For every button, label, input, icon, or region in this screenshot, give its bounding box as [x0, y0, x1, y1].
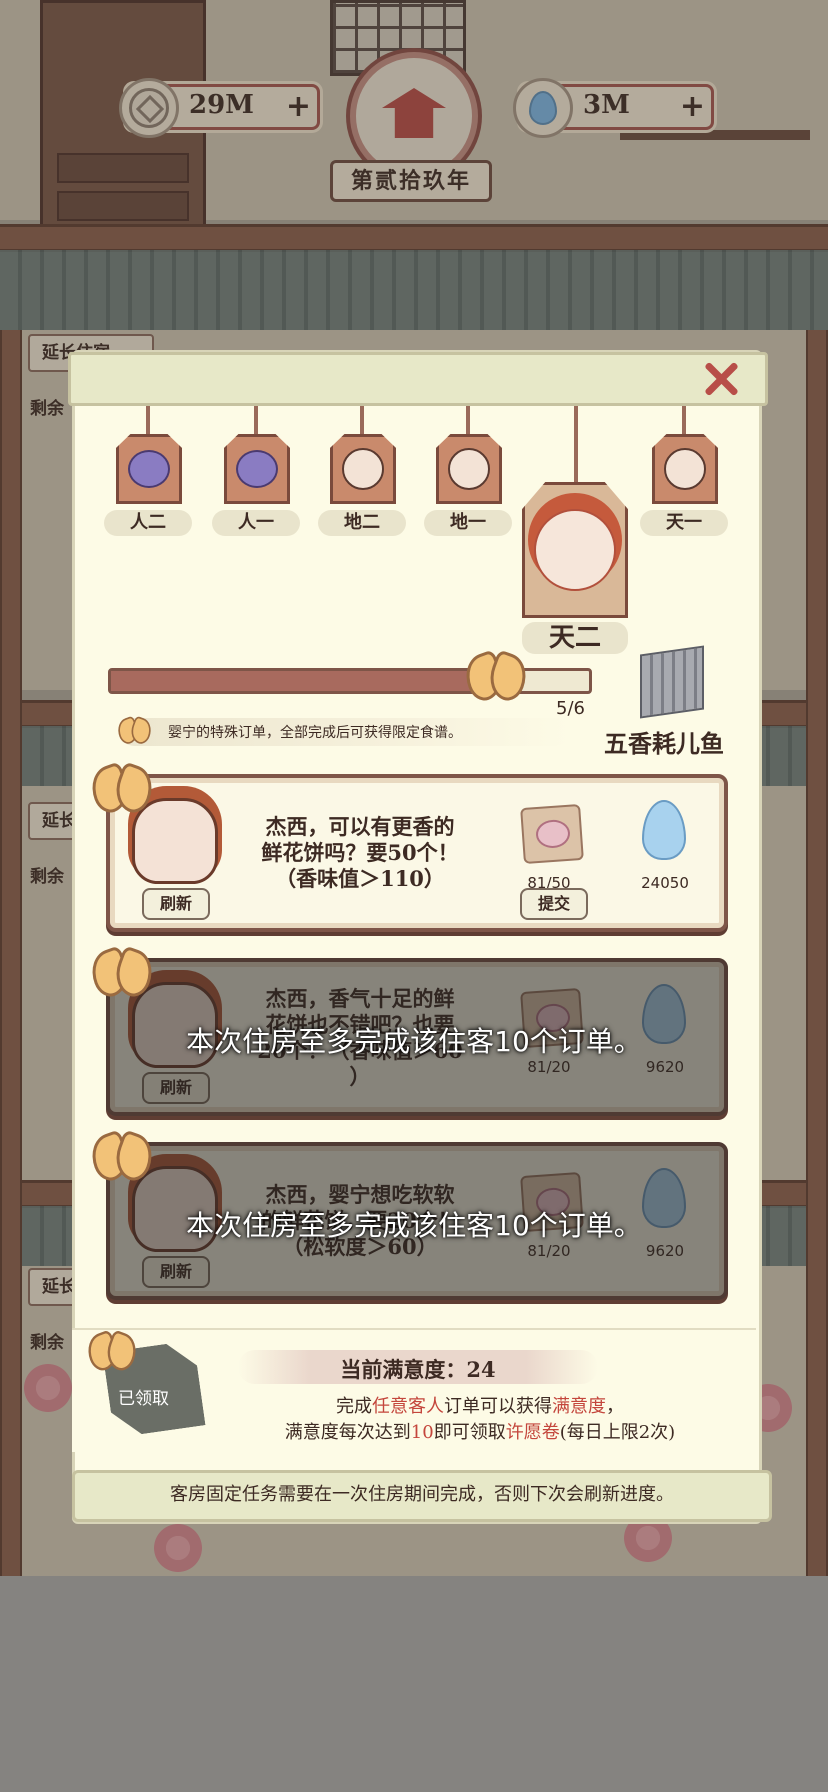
footer-note: 客房固定任务需要在一次住房期间完成，否则下次会刷新进度。	[170, 1484, 674, 1505]
close-icon[interactable]	[700, 358, 742, 400]
recipe-name: 五香耗儿鱼	[604, 729, 724, 758]
satisfaction-description: 完成任意客人订单可以获得满意度， 满意度每次达到10即可领取许愿卷(每日上限2次…	[230, 1394, 730, 1446]
order-limit-message: 本次住房至多完成该住客10个订单。	[186, 1209, 642, 1242]
desc-text: 即可领取	[433, 1422, 506, 1443]
refresh-button[interactable]: 刷新	[142, 888, 210, 920]
desc-text: 满意度每次达到	[284, 1422, 411, 1443]
butterfly-icon	[82, 1329, 142, 1374]
request-line: ）	[349, 1064, 371, 1089]
desc-highlight: 许愿卷	[505, 1422, 560, 1443]
fruit-icon	[128, 450, 170, 488]
inn-background: 延长住宿 剩余 延长 剩余 延长 剩余 29M + 3M + 第贰拾玖年 人二 …	[0, 0, 828, 1576]
guest-face-icon	[534, 509, 616, 591]
tier-label: 地二	[318, 510, 406, 536]
panel-top-scroll-rod	[68, 352, 768, 406]
desc-text: (每日上限2次)	[559, 1422, 676, 1443]
tier-label: 天二	[522, 622, 628, 654]
desc-text: ，	[606, 1396, 624, 1417]
butterfly-icon	[85, 945, 159, 1001]
butterfly-icon	[114, 715, 155, 747]
item-count: 81/20	[527, 1058, 571, 1076]
request-line: 杰西，可以有更香的	[265, 814, 455, 839]
reward-value: 9620	[645, 1242, 685, 1260]
progress-text: 5/6	[556, 698, 585, 719]
guest-face-icon	[342, 448, 384, 490]
tier-label: 地一	[424, 510, 512, 536]
desc-highlight: 任意客人	[372, 1396, 444, 1417]
order-card: 刷新 杰西，可以有更香的 鲜花饼吗？要50个！ （香味值＞110） 81/50 …	[106, 774, 728, 932]
reward-value: 24050	[641, 874, 689, 892]
butterfly-icon	[459, 649, 533, 705]
butterfly-icon	[85, 1129, 159, 1185]
water-drop-reward-icon	[642, 800, 686, 860]
butterfly-icon	[85, 761, 159, 817]
flower-cake-icon	[520, 803, 584, 865]
special-order-note: 婴宁的特殊订单，全部完成后可获得限定食谱。	[168, 725, 462, 741]
tier-label: 人一	[212, 510, 300, 536]
desc-highlight: 10	[410, 1422, 434, 1443]
request-line: （香味值＞110）	[275, 866, 445, 891]
progress-fill	[111, 671, 510, 691]
reward-value: 9620	[645, 1058, 685, 1076]
guest-face-icon	[664, 448, 706, 490]
claimed-label: 已领取	[118, 1389, 169, 1409]
desc-text: 订单可以获得	[444, 1396, 552, 1417]
guest-face-icon	[448, 448, 490, 490]
request-line: 鲜花饼吗？要50个！	[261, 840, 459, 865]
desc-text: 完成	[336, 1396, 372, 1417]
refresh-button[interactable]: 刷新	[142, 1256, 210, 1288]
order-limit-message: 本次住房至多完成该住客10个订单。	[186, 1025, 642, 1058]
submit-button[interactable]: 提交	[520, 888, 588, 920]
tier-label: 天一	[640, 510, 728, 536]
item-count: 81/20	[527, 1242, 571, 1260]
tier-label: 人二	[104, 510, 192, 536]
recipe-scroll-icon[interactable]	[640, 645, 704, 719]
satisfaction-title: 当前满意度：24	[340, 1357, 496, 1382]
order-request: 杰西，可以有更香的 鲜花饼吗？要50个！ （香味值＞110）	[230, 814, 490, 892]
refresh-button[interactable]: 刷新	[142, 1072, 210, 1104]
request-line: 杰西，香气十足的鲜	[265, 986, 455, 1011]
desc-highlight: 满意度	[552, 1396, 606, 1417]
fruit-icon	[236, 450, 278, 488]
